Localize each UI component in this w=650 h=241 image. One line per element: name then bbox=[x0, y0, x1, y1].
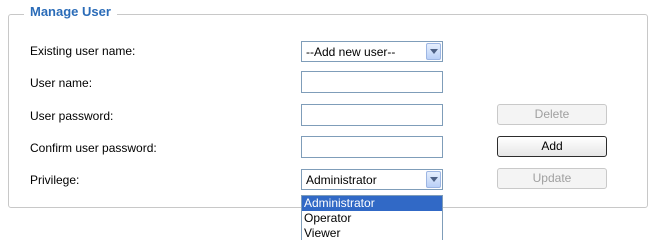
user-name-input[interactable] bbox=[301, 71, 443, 93]
existing-user-select[interactable]: --Add new user-- bbox=[301, 41, 443, 62]
existing-user-label: Existing user name: bbox=[30, 44, 136, 58]
existing-user-select-value: --Add new user-- bbox=[306, 45, 396, 59]
section-title: Manage User bbox=[24, 4, 117, 19]
privilege-select-value: Administrator bbox=[306, 173, 377, 187]
privilege-option-viewer[interactable]: Viewer bbox=[302, 226, 442, 241]
privilege-label: Privilege: bbox=[30, 173, 80, 187]
user-password-input[interactable] bbox=[301, 104, 443, 126]
update-button[interactable]: Update bbox=[497, 168, 607, 189]
chevron-down-icon[interactable] bbox=[426, 171, 441, 188]
privilege-dropdown-list: Administrator Operator Viewer bbox=[301, 195, 443, 240]
confirm-password-label: Confirm user password: bbox=[30, 141, 157, 155]
add-button[interactable]: Add bbox=[497, 136, 607, 157]
user-password-label: User password: bbox=[30, 109, 114, 123]
delete-button[interactable]: Delete bbox=[497, 104, 607, 125]
privilege-select[interactable]: Administrator bbox=[301, 169, 443, 190]
privilege-option-administrator[interactable]: Administrator bbox=[302, 196, 442, 211]
user-name-label: User name: bbox=[30, 76, 93, 90]
privilege-option-operator[interactable]: Operator bbox=[302, 211, 442, 226]
confirm-password-input[interactable] bbox=[301, 136, 443, 158]
chevron-down-icon[interactable] bbox=[426, 43, 441, 60]
